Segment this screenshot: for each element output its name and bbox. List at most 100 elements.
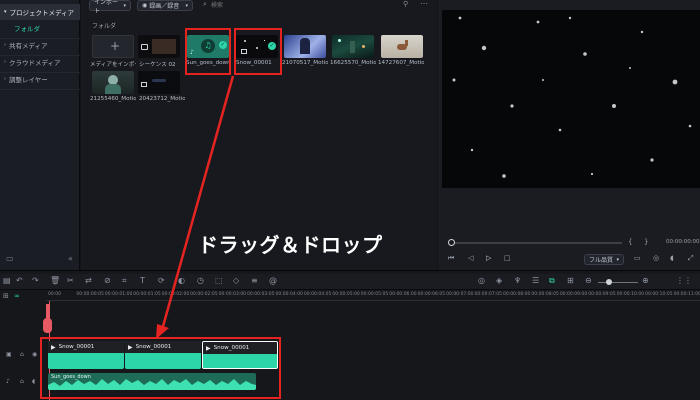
transform-icon[interactable]: ⬚ [215,276,223,285]
deer-neck [405,40,408,46]
ruler-tick-label: 00:00:04:00 [275,292,303,297]
zoom-slider-handle[interactable] [606,279,612,285]
timeline-ruler[interactable]: 00:00 00:00:00:05 00:00:01:00 00:00:01:05 00… [46,291,700,301]
undo-icon[interactable]: ↶ [16,276,23,285]
media-thumb-motion-blue[interactable] [284,35,326,58]
sidebar-item-label: プロジェクトメディア [9,9,75,17]
keyframe-icon[interactable]: ◇ [233,276,239,285]
mic-icon[interactable]: ♆ [514,276,521,285]
search-input[interactable] [211,0,381,11]
ruler-tick-label: 00:00:07:05 [474,292,502,297]
track-audio-icon: ♪ [6,378,10,385]
ruler-tick-label: 00:00:09:00 [559,292,588,297]
list-icon[interactable]: ☰ [532,276,539,285]
eye-icon[interactable]: ◉ [32,351,37,358]
media-thumb-motion-dark[interactable] [138,71,180,94]
quality-dropdown[interactable]: フル品質 ▾ [584,254,624,265]
ruler-tick-label: 00:00 [48,292,61,297]
grid-icon[interactable]: ⋮⋮ [676,276,692,285]
chevron-down-icon: ▾ [185,2,188,9]
record-icon: ◉ [142,2,148,9]
video-icon [141,82,147,87]
quality-label: フル品質 [589,257,614,264]
ruler-tick-label: 00:00:10:05 [645,292,673,297]
media-thumb-deer[interactable] [381,35,423,58]
snapshot-icon[interactable]: ◎ [653,254,659,262]
sidebar-item-label: 共有メディア [9,42,48,50]
mark-in-icon[interactable]: { [628,238,632,246]
audio-icon[interactable]: ◖ [670,254,674,262]
ruler-tick-label: 00:00:08:00 [502,292,531,297]
media-thumb-sequence[interactable] [138,35,180,58]
sequence-icon [141,44,148,50]
speed-icon[interactable]: ⇄ [85,276,92,285]
import-media-tile[interactable]: + [92,35,134,58]
media-item-label: 16625570_Motio... [330,60,376,66]
zoom-slider[interactable] [598,282,638,283]
playback-scrubber[interactable] [452,242,622,244]
sidebar-item-label: クラウドメディア [9,59,61,67]
sidebar-item-shared-media[interactable]: › 共有メディア [0,37,80,53]
lock-icon[interactable]: ⌂ [20,378,24,385]
playhead-knob[interactable] [43,318,52,333]
previous-frame-icon[interactable]: ⏮ [448,254,454,263]
sidebar-item-cloud-media[interactable]: › クラウドメディア [0,54,80,70]
more-options-icon[interactable]: ⋯ [420,0,428,8]
rewind-icon[interactable]: ◁ [468,254,473,262]
chevron-down-icon: ▾ [123,2,126,9]
crop-icon[interactable]: ⌗ [122,276,127,286]
fullscreen-icon[interactable]: ⤢ [688,254,694,263]
ruler-tick-label: 00:00:11:00 [673,292,700,297]
media-thumb-person[interactable] [92,71,134,94]
add-track-icon[interactable]: ⊞ [3,292,9,300]
playhead-handle[interactable] [448,239,455,246]
shield-icon[interactable]: ◈ [496,276,502,285]
ruler-tick-label: 00:00:07:00 [446,292,474,297]
new-folder-icon[interactable]: ▭ [6,254,14,263]
zoom-out-icon[interactable]: ⊖ [585,276,592,285]
render-icon[interactable]: ◎ [478,276,485,285]
divider [0,89,80,90]
ruler-tick-label: 00:00:01:00 [104,292,133,297]
link-icon[interactable]: ∞ [14,292,20,300]
ruler-tick-label: 00:00:05:00 [332,292,360,297]
sidebar-item-folder[interactable]: フォルダ [0,20,80,36]
speaker-icon[interactable]: ◖ [32,378,35,385]
zoom-in-icon[interactable]: ⊕ [642,276,649,285]
delete-icon[interactable]: 🗑 [50,276,60,285]
ruler-tick-label: 00:00:02:05 [190,292,218,297]
record-dropdown[interactable]: ◉ 録画／録音 ▾ [137,0,193,11]
track-video-icon: ▣ [6,351,12,358]
filter-icon[interactable]: ⚲ [403,0,408,8]
folder-heading: フォルダ [92,23,117,30]
snap-icon[interactable]: ⧉ [549,276,555,286]
redo-icon[interactable]: ↷ [32,276,39,285]
display-icon[interactable]: ▭ [634,254,641,262]
stop-icon[interactable]: □ [504,254,511,262]
timer-icon[interactable]: ◷ [197,276,204,285]
split-icon[interactable]: ✂ [67,276,74,285]
import-dropdown[interactable]: インポート ▾ [89,0,131,15]
ai-icon[interactable]: @ [269,276,277,285]
text-icon[interactable]: T [140,276,145,285]
color-icon[interactable]: ◐ [178,276,185,285]
rotate-icon[interactable]: ⟳ [158,276,165,285]
marker-icon[interactable]: ⊞ [567,276,574,285]
sidebar-item-adjustment-layer[interactable]: › 調整レイヤー [0,71,80,87]
adjust-icon[interactable]: ≡ [251,276,258,285]
media-thumb-motion-cyan[interactable] [332,35,374,58]
sidebar-item-project-media[interactable]: ▾ プロジェクトメディア [0,4,80,20]
video-preview [442,10,700,188]
layout-icon[interactable]: ▤ [3,276,11,285]
highlight-audio-media [185,28,231,75]
mask-icon[interactable]: ⊘ [104,276,111,285]
chevron-right-icon: › [4,42,6,48]
timecode: 00:00:00:00 [666,239,700,245]
highlight-timeline-clips [40,337,281,399]
person-shape [300,38,310,54]
mark-out-icon[interactable]: } [644,238,648,246]
lock-icon[interactable]: ⌂ [20,351,24,358]
editor-window: ▾ プロジェクトメディア フォルダ › 共有メディア › クラウドメディア › … [0,0,700,400]
play-icon[interactable]: ▷ [486,254,491,262]
collapse-panel-icon[interactable]: « [68,254,73,263]
